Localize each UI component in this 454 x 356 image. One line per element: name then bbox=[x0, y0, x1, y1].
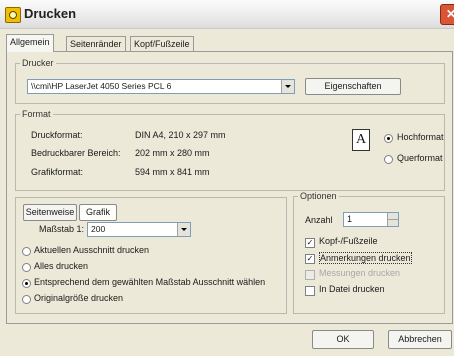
checkbox-annotations[interactable]: ✓ bbox=[305, 254, 315, 264]
printer-group-legend: Drucker bbox=[22, 58, 54, 68]
format-value-graphic: 594 mm x 841 mm bbox=[135, 167, 210, 177]
printer-select-value: \\cmi\HP LaserJet 4050 Series PCL 6 bbox=[31, 81, 172, 91]
copies-label: Anzahl bbox=[305, 215, 333, 225]
grafik-button[interactable]: Grafik bbox=[79, 204, 117, 221]
cancel-button[interactable]: Abbrechen bbox=[388, 330, 452, 349]
label-current-view[interactable]: Aktuellen Ausschnitt drucken bbox=[34, 245, 149, 255]
radio-current-view[interactable] bbox=[22, 247, 31, 256]
chevron-down-icon[interactable] bbox=[281, 80, 294, 93]
tab-seitenraender[interactable]: Seitenränder bbox=[66, 36, 126, 51]
copies-stepper[interactable]: 1 bbox=[343, 212, 399, 227]
orientation-preview-icon: A bbox=[352, 129, 370, 151]
tab-kopf-fusszeile[interactable]: Kopf/Fußzeile bbox=[130, 36, 194, 51]
scale-select[interactable]: 200 bbox=[87, 222, 191, 237]
app-icon bbox=[5, 7, 21, 23]
radio-hochformat[interactable] bbox=[384, 134, 393, 143]
checkbox-measurements bbox=[305, 270, 315, 280]
label-annotations[interactable]: Anmerkungen drucken bbox=[319, 252, 412, 264]
ok-button[interactable]: OK bbox=[312, 330, 374, 349]
print-dialog: Drucken ✕ Allgemein Seitenränder Kopf/Fu… bbox=[0, 0, 454, 356]
radio-scale-selection[interactable] bbox=[22, 279, 31, 288]
label-hochformat[interactable]: Hochformat bbox=[397, 132, 444, 142]
label-scale-selection[interactable]: Entsprechend dem gewählten Maßstab Aussc… bbox=[34, 277, 265, 287]
copies-value: 1 bbox=[347, 214, 353, 224]
checkbox-print-to-file[interactable] bbox=[305, 286, 315, 296]
format-group-legend: Format bbox=[22, 109, 51, 119]
seitenweise-button[interactable]: Seitenweise bbox=[23, 204, 77, 221]
label-print-to-file[interactable]: In Datei drucken bbox=[319, 284, 385, 294]
radio-original-size[interactable] bbox=[22, 295, 31, 304]
title-bar[interactable]: Drucken ✕ bbox=[0, 0, 454, 29]
radio-querformat[interactable] bbox=[384, 155, 393, 164]
scale-select-value: 200 bbox=[91, 224, 106, 234]
checkbox-header-footer[interactable]: ✓ bbox=[305, 238, 315, 248]
stepper-up-icon[interactable] bbox=[387, 213, 398, 220]
properties-button[interactable]: Eigenschaften bbox=[305, 78, 401, 95]
scale-label: Maßstab 1: bbox=[39, 224, 85, 234]
chevron-down-icon[interactable] bbox=[177, 223, 190, 236]
label-original-size[interactable]: Originalgröße drucken bbox=[34, 293, 123, 303]
format-label-paper: Druckformat: bbox=[31, 130, 83, 140]
format-value-paper: DIN A4, 210 x 297 mm bbox=[135, 130, 226, 140]
window-title: Drucken bbox=[24, 6, 77, 21]
label-print-all[interactable]: Alles drucken bbox=[34, 261, 88, 271]
radio-print-all[interactable] bbox=[22, 263, 31, 272]
format-value-printable: 202 mm x 280 mm bbox=[135, 148, 210, 158]
options-group-legend: Optionen bbox=[300, 191, 337, 201]
tab-allgemein[interactable]: Allgemein bbox=[6, 34, 54, 52]
close-icon: ✕ bbox=[445, 7, 454, 21]
format-label-graphic: Grafikformat: bbox=[31, 167, 84, 177]
stepper-down-icon[interactable] bbox=[387, 220, 398, 226]
close-button[interactable]: ✕ bbox=[440, 4, 454, 25]
label-querformat[interactable]: Querformat bbox=[397, 153, 443, 163]
label-measurements: Messungen drucken bbox=[319, 268, 401, 278]
label-header-footer[interactable]: Kopf-/Fußzeile bbox=[319, 236, 378, 246]
tab-panel-allgemein: Drucker \\cmi\HP LaserJet 4050 Series PC… bbox=[6, 51, 453, 324]
format-label-printable: Bedruckbarer Bereich: bbox=[31, 148, 121, 158]
printer-select[interactable]: \\cmi\HP LaserJet 4050 Series PCL 6 bbox=[27, 79, 295, 94]
